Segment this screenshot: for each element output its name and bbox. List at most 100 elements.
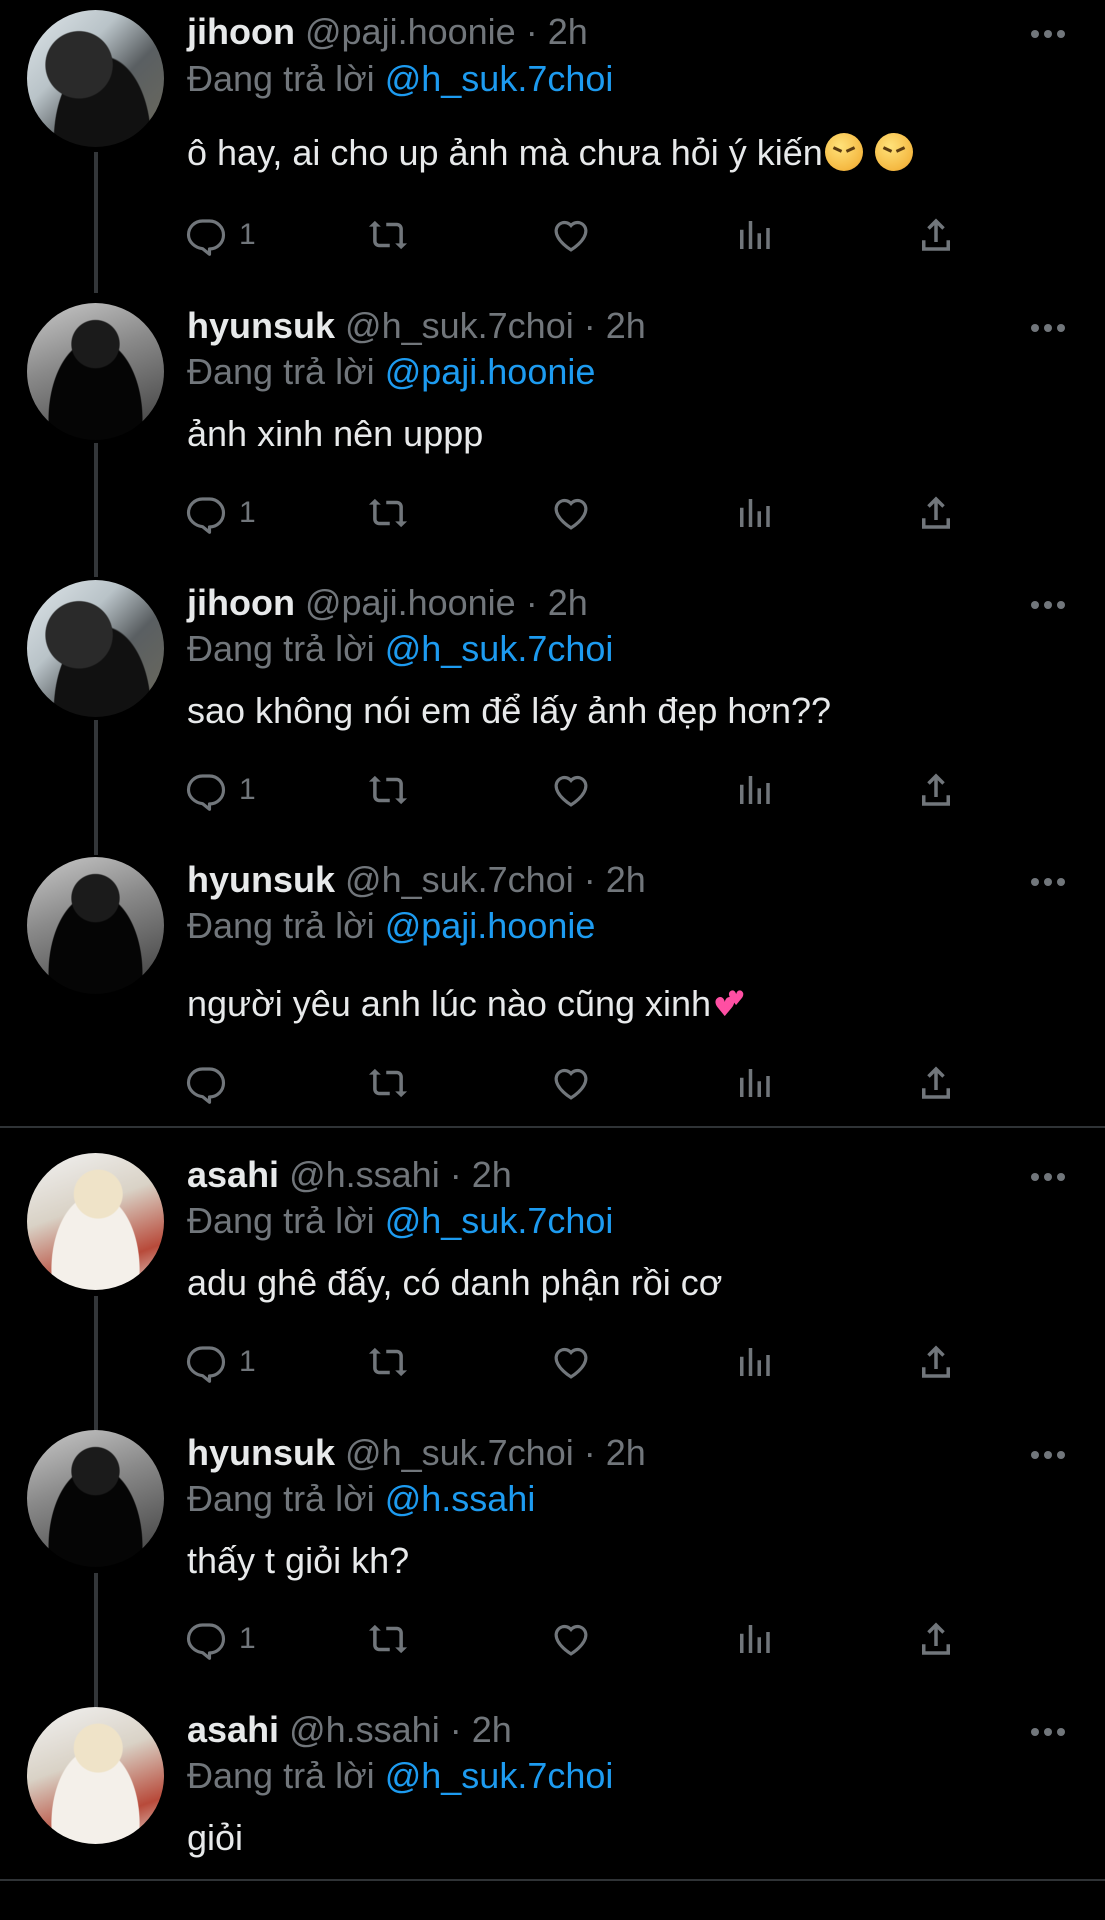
share-button[interactable] — [915, 765, 957, 815]
tweet-header: hyunsuk @h_suk.7choi · 2h — [187, 1431, 646, 1475]
reply-count: 1 — [239, 1622, 256, 1655]
reply-prefix: Đang trả lời — [187, 1200, 375, 1241]
retweet-icon — [368, 498, 408, 528]
mention-link[interactable]: @h.ssahi — [385, 1478, 536, 1519]
retweet-button[interactable] — [367, 1337, 409, 1387]
jihoon-avatar[interactable] — [27, 10, 164, 147]
handle[interactable]: @h.ssahi — [289, 1154, 440, 1195]
views-button[interactable] — [733, 210, 775, 260]
retweet-icon — [368, 1624, 408, 1654]
like-icon — [554, 498, 588, 530]
display-name[interactable]: asahi — [187, 1709, 279, 1750]
replying-to: Đang trả lời @paji.hoonie — [187, 350, 595, 394]
handle[interactable]: @h_suk.7choi — [345, 859, 574, 900]
thread-line — [94, 152, 98, 293]
display-name[interactable]: hyunsuk — [187, 305, 335, 346]
timestamp[interactable]: · 2h — [450, 1154, 512, 1195]
timestamp[interactable]: · 2h — [584, 1432, 646, 1473]
tweet-text-content: ô hay, ai cho up ảnh mà chưa hỏi ý kiến — [187, 132, 823, 173]
display-name[interactable]: jihoon — [187, 11, 295, 52]
like-button[interactable] — [550, 1614, 592, 1664]
like-button[interactable] — [550, 1058, 592, 1108]
more-icon[interactable] — [1030, 1448, 1066, 1460]
views-button[interactable] — [733, 765, 775, 815]
share-icon — [922, 218, 950, 251]
share-button[interactable] — [915, 1614, 957, 1664]
share-button[interactable] — [915, 1058, 957, 1108]
asahi-avatar[interactable] — [27, 1707, 164, 1844]
share-button[interactable] — [915, 210, 957, 260]
timestamp[interactable]: · 2h — [584, 859, 646, 900]
more-icon[interactable] — [1030, 1170, 1066, 1182]
like-icon — [554, 775, 588, 807]
replying-to: Đang trả lời @h.ssahi — [187, 1477, 535, 1521]
hyunsuk-avatar[interactable] — [27, 857, 164, 994]
views-button[interactable] — [733, 1337, 775, 1387]
replying-to: Đang trả lời @h_suk.7choi — [187, 1754, 613, 1798]
hyunsuk-avatar[interactable] — [27, 1430, 164, 1567]
display-name[interactable]: hyunsuk — [187, 1432, 335, 1473]
more-icon[interactable] — [1030, 598, 1066, 610]
share-button[interactable] — [915, 488, 957, 538]
timestamp[interactable]: · 2h — [584, 305, 646, 346]
tweet-header: hyunsuk @h_suk.7choi · 2h — [187, 304, 646, 348]
mention-link[interactable]: @paji.hoonie — [385, 351, 596, 392]
like-button[interactable] — [550, 210, 592, 260]
display-name[interactable]: jihoon — [187, 582, 295, 623]
action-bar: 1 — [185, 1337, 985, 1387]
reply-button[interactable]: 1 — [185, 1614, 256, 1664]
mention-link[interactable]: @h_suk.7choi — [385, 1200, 614, 1241]
mention-link[interactable]: @h_suk.7choi — [385, 58, 614, 99]
action-bar: 1 — [185, 1614, 985, 1664]
like-button[interactable] — [550, 1337, 592, 1387]
reply-button[interactable]: 1 — [185, 210, 256, 260]
thread-line — [94, 1296, 98, 1431]
retweet-button[interactable] — [367, 1058, 409, 1108]
mention-link[interactable]: @h_suk.7choi — [385, 1755, 614, 1796]
retweet-button[interactable] — [367, 488, 409, 538]
views-icon — [740, 776, 770, 804]
handle[interactable]: @h.ssahi — [289, 1709, 440, 1750]
reply-button[interactable]: 1 — [185, 488, 256, 538]
timestamp[interactable]: · 2h — [450, 1709, 512, 1750]
more-icon[interactable] — [1030, 321, 1066, 333]
more-icon[interactable] — [1030, 1725, 1066, 1737]
handle[interactable]: @paji.hoonie — [305, 582, 516, 623]
jihoon-avatar[interactable] — [27, 580, 164, 717]
retweet-icon — [368, 775, 408, 805]
tweet-text-content: người yêu anh lúc nào cũng xinh — [187, 983, 712, 1024]
more-icon[interactable] — [1030, 27, 1066, 39]
reply-button[interactable]: 1 — [185, 1337, 256, 1387]
share-icon — [922, 1345, 950, 1378]
more-icon[interactable] — [1030, 875, 1066, 887]
views-button[interactable] — [733, 1614, 775, 1664]
views-icon — [740, 221, 770, 249]
retweet-button[interactable] — [367, 765, 409, 815]
share-icon — [922, 496, 950, 529]
retweet-button[interactable] — [367, 210, 409, 260]
timestamp[interactable]: · 2h — [526, 11, 588, 52]
reply-prefix: Đang trả lời — [187, 1478, 375, 1519]
display-name[interactable]: asahi — [187, 1154, 279, 1195]
handle[interactable]: @h_suk.7choi — [345, 1432, 574, 1473]
asahi-avatar[interactable] — [27, 1153, 164, 1290]
mention-link[interactable]: @paji.hoonie — [385, 905, 596, 946]
hyunsuk-avatar[interactable] — [27, 303, 164, 440]
mention-link[interactable]: @h_suk.7choi — [385, 628, 614, 669]
thread-line — [94, 720, 98, 855]
display-name[interactable]: hyunsuk — [187, 859, 335, 900]
like-button[interactable] — [550, 765, 592, 815]
timestamp[interactable]: · 2h — [526, 582, 588, 623]
views-button[interactable] — [733, 488, 775, 538]
share-button[interactable] — [915, 1337, 957, 1387]
retweet-button[interactable] — [367, 1614, 409, 1664]
tweet-header: asahi @h.ssahi · 2h — [187, 1153, 512, 1197]
views-icon — [740, 1348, 770, 1376]
handle[interactable]: @h_suk.7choi — [345, 305, 574, 346]
like-button[interactable] — [550, 488, 592, 538]
handle[interactable]: @paji.hoonie — [305, 11, 516, 52]
reply-button[interactable] — [185, 1058, 239, 1108]
views-button[interactable] — [733, 1058, 775, 1108]
reply-button[interactable]: 1 — [185, 765, 256, 815]
reply-count: 1 — [239, 496, 256, 529]
